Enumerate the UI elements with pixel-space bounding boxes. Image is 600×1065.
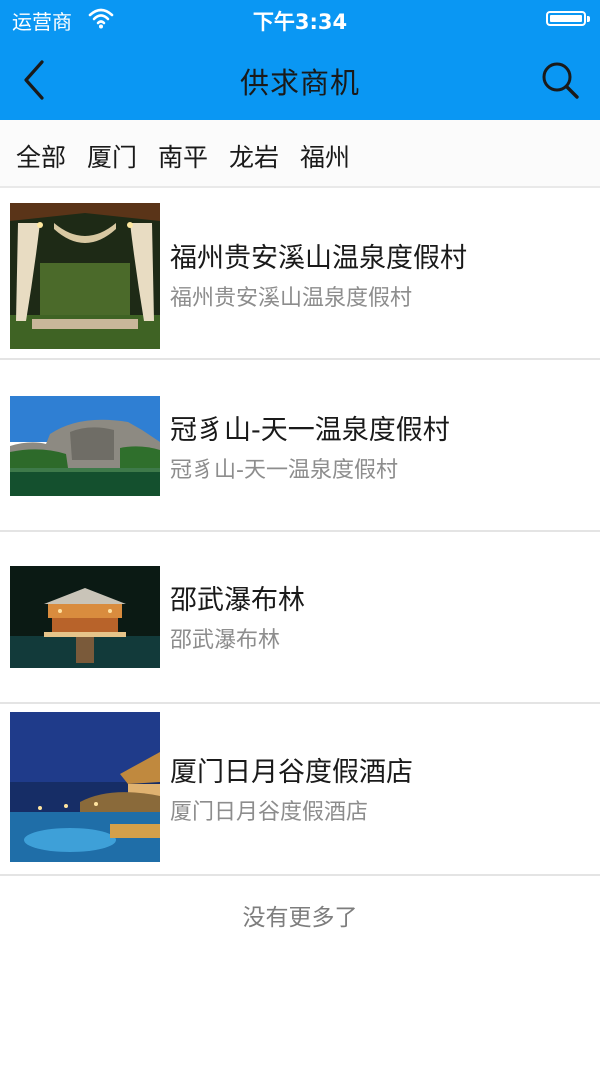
- list-item[interactable]: 厦门日月谷度假酒店 厦门日月谷度假酒店: [0, 704, 600, 876]
- item-subtitle: 福州贵安溪山温泉度假村: [170, 286, 413, 311]
- item-title: 邵武瀑布林: [170, 585, 305, 616]
- nav-bar: 供求商机: [0, 40, 600, 120]
- list-item[interactable]: 冠豸山-天一温泉度假村 冠豸山-天一温泉度假村: [0, 360, 600, 532]
- filter-fuzhou[interactable]: 福州: [300, 138, 350, 174]
- item-thumbnail: [10, 203, 160, 349]
- no-more-label: 没有更多了: [242, 905, 358, 931]
- item-title: 冠豸山-天一温泉度假村: [170, 415, 450, 446]
- top-bar: 运营商 下午3:34 供求商机: [0, 0, 600, 120]
- filter-xiamen[interactable]: 厦门: [87, 138, 137, 174]
- item-subtitle: 邵武瀑布林: [170, 628, 281, 653]
- item-title: 福州贵安溪山温泉度假村: [170, 243, 467, 274]
- list-item[interactable]: 福州贵安溪山温泉度假村 福州贵安溪山温泉度假村: [0, 188, 600, 360]
- search-icon[interactable]: [538, 58, 582, 102]
- battery-icon: [546, 11, 590, 26]
- item-thumbnail: [10, 396, 160, 496]
- item-subtitle: 厦门日月谷度假酒店: [170, 800, 369, 825]
- filter-all[interactable]: 全部: [16, 138, 66, 174]
- list-item[interactable]: 邵武瀑布林 邵武瀑布林: [0, 532, 600, 704]
- region-filter-bar: 全部 厦门 南平 龙岩 福州: [0, 120, 600, 188]
- filter-nanping[interactable]: 南平: [158, 138, 208, 174]
- status-time: 下午3:34: [252, 10, 348, 34]
- item-thumbnail: [10, 712, 160, 862]
- filter-longyan[interactable]: 龙岩: [229, 138, 279, 174]
- status-bar: 运营商 下午3:34: [0, 0, 600, 40]
- item-thumbnail: [10, 566, 160, 668]
- page-title: 供求商机: [239, 66, 360, 100]
- item-title: 厦门日月谷度假酒店: [170, 757, 413, 788]
- item-subtitle: 冠豸山-天一温泉度假村: [170, 458, 398, 483]
